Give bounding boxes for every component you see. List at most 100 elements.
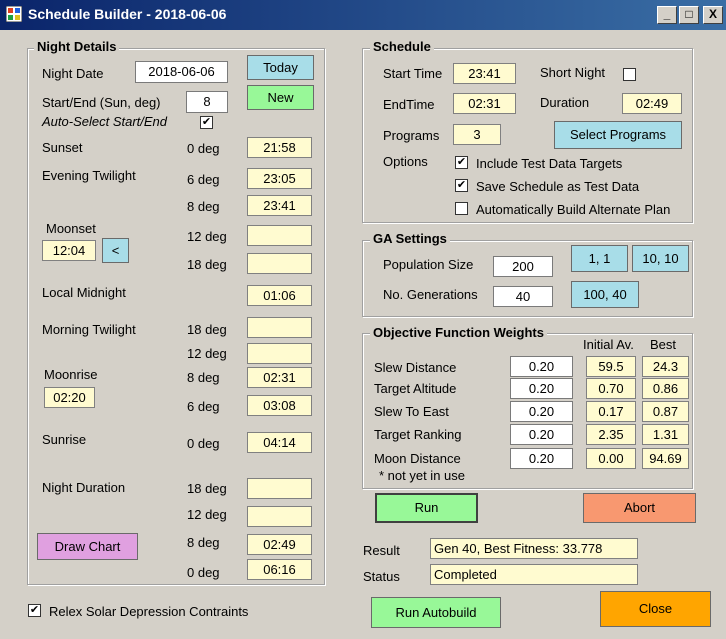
duration-18deg-label: 18 deg	[187, 481, 227, 496]
check-icon: ✔	[29, 604, 40, 616]
options-label: Options	[383, 154, 428, 169]
slew-to-east-weight[interactable]: 0.20	[510, 401, 573, 422]
night-details-title: Night Details	[34, 39, 120, 54]
close-window-button[interactable]: X	[703, 6, 723, 24]
moon-distance-best: 94.69	[642, 448, 689, 469]
generations-label: No. Generations	[383, 287, 478, 302]
sunset-label: Sunset	[42, 140, 83, 155]
duration-8deg-field: 02:49	[247, 534, 312, 555]
evening-18deg-label: 18 deg	[187, 257, 227, 272]
target-ranking-weight[interactable]: 0.20	[510, 424, 573, 445]
check-icon: ✔	[456, 156, 467, 168]
slew-distance-best: 24.3	[642, 356, 689, 377]
best-header: Best	[650, 337, 677, 352]
target-altitude-weight[interactable]: 0.20	[510, 378, 573, 399]
include-test-data-label: Include Test Data Targets	[476, 156, 623, 171]
morning-18deg-label: 18 deg	[187, 322, 227, 337]
sunrise-deg-label: 0 deg	[187, 436, 220, 451]
start-end-label: Start/End (Sun, deg)	[42, 95, 161, 110]
status-label: Status	[363, 569, 400, 584]
preset-1-1-button[interactable]: 1, 1	[571, 245, 628, 272]
end-time-field: 02:31	[453, 93, 516, 114]
select-programs-button[interactable]: Select Programs	[554, 121, 682, 149]
duration-12deg-label: 12 deg	[187, 507, 227, 522]
sunrise-label: Sunrise	[42, 432, 87, 447]
generations-input[interactable]: 40	[493, 286, 553, 307]
morning-twilight-label: Morning Twilight	[42, 322, 136, 337]
moon-distance-label: Moon Distance	[374, 451, 461, 466]
initial-average-header: Initial Av.	[583, 337, 634, 352]
relex-checkbox[interactable]: ✔	[28, 604, 41, 617]
window-title: Schedule Builder - 2018-06-06	[28, 6, 227, 22]
morning-6deg-label: 6 deg	[187, 399, 220, 414]
today-button[interactable]: Today	[247, 55, 314, 80]
target-altitude-initial: 0.70	[586, 378, 636, 399]
morning-18deg-field	[247, 317, 312, 338]
alternate-plan-label: Automatically Build Alternate Plan	[476, 202, 671, 217]
short-night-label: Short Night	[540, 65, 606, 80]
close-button[interactable]: Close	[600, 591, 711, 627]
morning-8deg-field: 02:31	[247, 367, 312, 388]
ga-settings-title: GA Settings	[370, 231, 450, 246]
moon-distance-weight[interactable]: 0.20	[510, 448, 573, 469]
save-as-test-data-checkbox[interactable]: ✔	[455, 179, 468, 192]
objective-weights-title: Objective Function Weights	[370, 325, 547, 340]
run-autobuild-button[interactable]: Run Autobuild	[371, 597, 501, 628]
run-button[interactable]: Run	[375, 493, 478, 523]
start-end-field[interactable]: 8	[186, 91, 228, 113]
evening-12deg-field	[247, 225, 312, 246]
preset-100-40-button[interactable]: 100, 40	[571, 281, 639, 308]
slew-distance-initial: 59.5	[586, 356, 636, 377]
programs-label: Programs	[383, 128, 440, 143]
slew-to-east-initial: 0.17	[586, 401, 636, 422]
include-test-data-checkbox[interactable]: ✔	[455, 156, 468, 169]
status-field: Completed	[430, 564, 638, 585]
relex-label: Relex Solar Depression Contraints	[49, 604, 249, 619]
preset-10-10-button[interactable]: 10, 10	[632, 245, 689, 272]
maximize-button[interactable]: □	[679, 6, 699, 24]
new-button[interactable]: New	[247, 85, 314, 110]
duration-12deg-field	[247, 506, 312, 527]
night-date-field[interactable]: 2018-06-06	[135, 61, 228, 83]
evening-twilight-label: Evening Twilight	[42, 168, 136, 183]
population-size-input[interactable]: 200	[493, 256, 553, 277]
short-night-checkbox[interactable]	[623, 68, 636, 81]
moonset-time-field: 12:04	[42, 240, 96, 261]
evening-18deg-field	[247, 253, 312, 274]
draw-chart-button[interactable]: Draw Chart	[37, 533, 138, 560]
programs-count-field: 3	[453, 124, 501, 145]
duration-0deg-field: 06:16	[247, 559, 312, 580]
start-time-field: 23:41	[453, 63, 516, 84]
maximize-icon: □	[685, 7, 693, 21]
duration-label: Duration	[540, 95, 590, 110]
result-label: Result	[363, 543, 400, 558]
population-size-label: Population Size	[383, 257, 474, 272]
result-field: Gen 40, Best Fitness: 33.778	[430, 538, 638, 559]
morning-12deg-field	[247, 343, 312, 364]
local-midnight-field: 01:06	[247, 285, 312, 306]
moonrise-time-field: 02:20	[44, 387, 95, 408]
slew-distance-weight[interactable]: 0.20	[510, 356, 573, 377]
minimize-button[interactable]: _	[657, 6, 677, 24]
moonset-back-button[interactable]: <	[102, 238, 129, 263]
app-icon	[6, 6, 22, 22]
auto-select-checkbox[interactable]: ✔	[200, 116, 213, 129]
night-date-label: Night Date	[42, 66, 104, 81]
duration-0deg-label: 0 deg	[187, 565, 220, 580]
slew-distance-label: Slew Distance	[374, 360, 457, 375]
target-ranking-initial: 2.35	[586, 424, 636, 445]
schedule-title: Schedule	[370, 39, 434, 54]
save-as-test-data-label: Save Schedule as Test Data	[476, 179, 640, 194]
check-icon: ✔	[201, 116, 212, 128]
abort-button[interactable]: Abort	[583, 493, 696, 523]
not-in-use-note: * not yet in use	[379, 468, 465, 483]
target-ranking-best: 1.31	[642, 424, 689, 445]
alternate-plan-checkbox[interactable]	[455, 202, 468, 215]
moonset-label: Moonset	[46, 221, 96, 236]
morning-8deg-label: 8 deg	[187, 370, 220, 385]
duration-18deg-field	[247, 478, 312, 499]
end-time-label: EndTime	[383, 97, 435, 112]
target-altitude-label: Target Altitude	[374, 381, 457, 396]
sunset-deg-label: 0 deg	[187, 141, 220, 156]
evening-6deg-field: 23:05	[247, 168, 312, 189]
